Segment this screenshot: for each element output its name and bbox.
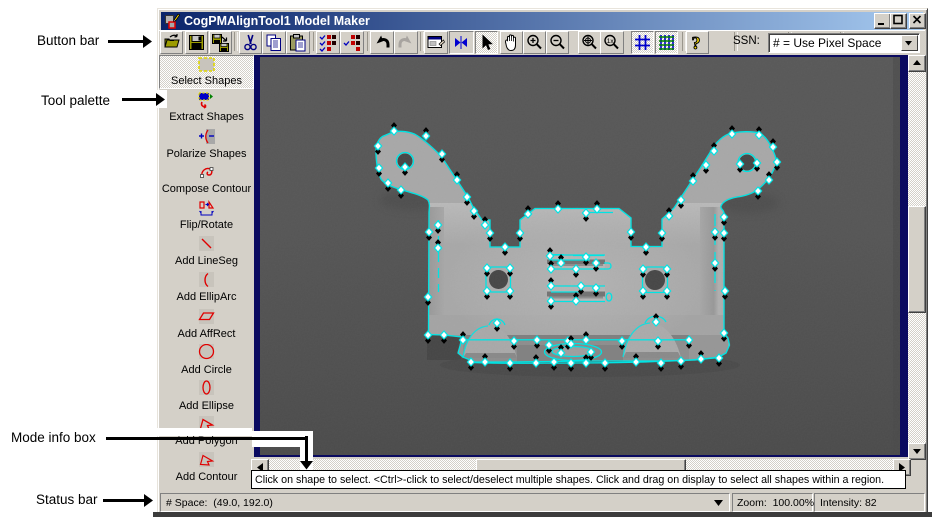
svg-text:1x: 1x: [607, 38, 615, 45]
svg-text:?: ?: [692, 33, 701, 53]
